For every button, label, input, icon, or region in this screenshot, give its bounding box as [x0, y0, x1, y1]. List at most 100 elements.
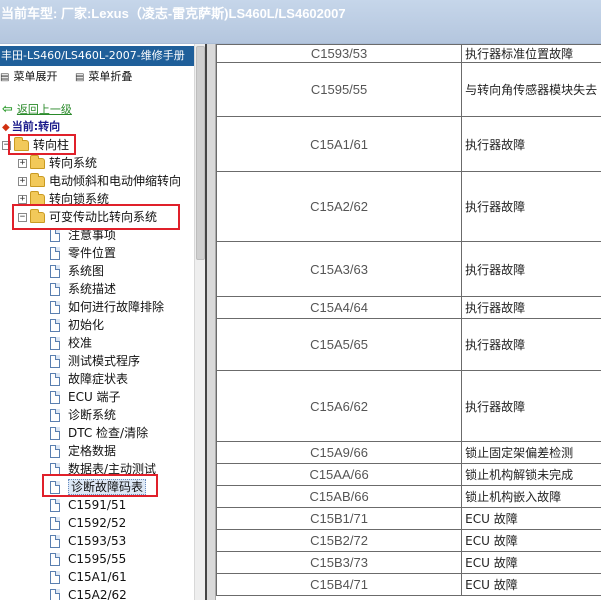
document-icon — [50, 445, 60, 458]
dtc-desc-cell: 锁止机构解锁未完成 — [461, 463, 601, 486]
dtc-desc-cell: 执行器故障 — [461, 296, 601, 319]
table-row: C15A3/63 执行器故障 — [216, 241, 601, 297]
document-icon — [50, 409, 60, 422]
table-row: C15A9/66 锁止固定架偏差检测 — [216, 441, 601, 464]
collapse-all-label: 菜单折叠 — [88, 70, 133, 83]
table-row: C15A2/62 执行器故障 — [216, 171, 601, 242]
dtc-code-cell: C15B3/73 — [216, 551, 463, 574]
tree-leaf[interactable]: 测试模式程序 — [50, 352, 140, 370]
tree-leaf-label: 系统图 — [68, 264, 105, 278]
document-icon — [50, 391, 60, 404]
tree-leaf[interactable]: ECU 端子 — [50, 388, 121, 406]
dtc-desc-cell: 执行器故障 — [461, 318, 601, 371]
sidebar-scrollbar-thumb[interactable] — [196, 46, 205, 260]
tree-leaf[interactable]: C1591/51 — [50, 496, 126, 514]
document-icon — [50, 535, 60, 548]
back-link[interactable]: 返回上一级 — [17, 103, 72, 116]
document-icon — [50, 355, 60, 368]
dtc-code-cell: C15AA/66 — [216, 463, 463, 486]
dtc-desc-cell: 执行器故障 — [461, 171, 601, 242]
tree-leaf[interactable]: C15A2/62 — [50, 586, 127, 600]
dtc-code-cell: C1593/53 — [216, 44, 463, 63]
document-icon — [50, 427, 60, 440]
tree-leaf[interactable]: C1593/53 — [50, 532, 126, 550]
dtc-code-cell: C15AB/66 — [216, 485, 463, 508]
tree-leaf-label: DTC 检查/清除 — [68, 426, 149, 440]
dtc-code-cell: C15A1/61 — [216, 116, 463, 172]
expand-toggle-icon[interactable]: + — [18, 195, 27, 204]
highlight-box-folder — [12, 204, 180, 230]
tree-leaf-label: C1593/53 — [68, 534, 127, 548]
dtc-desc-cell: ECU 故障 — [461, 573, 601, 596]
green-back-arrow-icon: ⇦ — [2, 102, 13, 117]
tree-leaf[interactable]: 校准 — [50, 334, 92, 352]
dtc-desc-cell: 执行器故障 — [461, 370, 601, 442]
back-link-row[interactable]: ⇦ 返回上一级 — [2, 102, 72, 118]
tree-node-folder[interactable]: + 转向系统 — [18, 154, 97, 172]
table-row: C15A1/61 执行器故障 — [216, 116, 601, 172]
expand-toggle-icon[interactable]: + — [18, 159, 27, 168]
tree-node-folder[interactable]: + 电动倾斜和电动伸缩转向 — [18, 172, 181, 190]
dtc-table: C1593/53 执行器标准位置故障 C1595/55 与转向角传感器模块失去 … — [216, 44, 601, 596]
sidebar-scrollbar[interactable] — [194, 44, 205, 600]
dtc-desc-cell: 执行器标准位置故障 — [461, 44, 601, 63]
tree-leaf-label: 定格数据 — [68, 444, 117, 458]
tree-leaf[interactable]: 诊断系统 — [50, 406, 116, 424]
collapse-icon: ▤ — [74, 72, 85, 83]
tree-leaf[interactable]: 如何进行故障排除 — [50, 298, 164, 316]
tree-leaf[interactable]: C15A1/61 — [50, 568, 127, 586]
collapse-all-button[interactable]: ▤ 菜单折叠 — [75, 68, 132, 87]
dtc-code-cell: C15B2/72 — [216, 529, 463, 552]
table-row: C15B2/72 ECU 故障 — [216, 529, 601, 552]
tree-leaf-label: 初始化 — [68, 318, 105, 332]
document-icon — [50, 319, 60, 332]
tree-leaf-label: 如何进行故障排除 — [68, 300, 165, 314]
expand-all-button[interactable]: ▤ 菜单展开 — [0, 68, 57, 87]
table-row: C15A6/62 执行器故障 — [216, 370, 601, 442]
document-icon — [50, 337, 60, 350]
tree-leaf-label: 故障症状表 — [68, 372, 129, 386]
expand-icon: ▤ — [0, 72, 10, 83]
table-row: C1593/53 执行器标准位置故障 — [216, 44, 601, 63]
tree-leaf-label: C1592/52 — [68, 516, 127, 530]
menu-controls: ▤ 菜单展开 ▤ 菜单折叠 — [0, 68, 146, 86]
current-location-label: 当前:转向 — [11, 120, 61, 133]
expand-toggle-icon[interactable]: + — [18, 177, 27, 186]
document-icon — [50, 283, 60, 296]
tree-leaf-label: 诊断系统 — [68, 408, 117, 422]
dtc-desc-cell: 与转向角传感器模块失去 — [461, 62, 601, 117]
tree-leaf-label: C15A1/61 — [68, 570, 127, 584]
tree-leaf[interactable]: 定格数据 — [50, 442, 116, 460]
table-row: C15B1/71 ECU 故障 — [216, 507, 601, 530]
dtc-desc-cell: ECU 故障 — [461, 551, 601, 574]
tree-node-label: 电动倾斜和电动伸缩转向 — [49, 174, 182, 188]
tree-leaf[interactable]: 零件位置 — [50, 244, 116, 262]
tree-leaf[interactable]: 初始化 — [50, 316, 104, 334]
tree-leaf[interactable]: C1592/52 — [50, 514, 126, 532]
dtc-desc-cell: 锁止机构嵌入故障 — [461, 485, 601, 508]
dtc-desc-cell: 执行器故障 — [461, 116, 601, 172]
dtc-code-cell: C15A3/63 — [216, 241, 463, 297]
tree-leaf[interactable]: 系统图 — [50, 262, 104, 280]
tree-leaf-label: 校准 — [68, 336, 93, 350]
table-row: C15A4/64 执行器故障 — [216, 296, 601, 319]
tree-leaf[interactable]: DTC 检查/清除 — [50, 424, 148, 442]
tree-leaf-label: 注意事项 — [68, 228, 117, 242]
tree-node-label: 转向系统 — [49, 156, 98, 170]
highlight-box-root — [8, 134, 76, 155]
dtc-code-cell: C15A4/64 — [216, 296, 463, 319]
document-icon — [50, 571, 60, 584]
dtc-desc-cell: 执行器故障 — [461, 241, 601, 297]
current-location: ◆ 当前:转向 — [2, 119, 60, 135]
dtc-code-cell: C1595/55 — [216, 62, 463, 117]
tree-leaf[interactable]: 系统描述 — [50, 280, 116, 298]
dtc-code-cell: C15A5/65 — [216, 318, 463, 371]
table-row: C15B3/73 ECU 故障 — [216, 551, 601, 574]
tree-leaf[interactable]: 故障症状表 — [50, 370, 128, 388]
document-icon — [50, 229, 60, 242]
tree-leaf-label: C15A2/62 — [68, 588, 127, 600]
pane-splitter[interactable] — [205, 44, 216, 600]
dtc-desc-cell: ECU 故障 — [461, 529, 601, 552]
tree-leaf[interactable]: C1595/55 — [50, 550, 126, 568]
tree-leaf-label: ECU 端子 — [68, 390, 121, 404]
